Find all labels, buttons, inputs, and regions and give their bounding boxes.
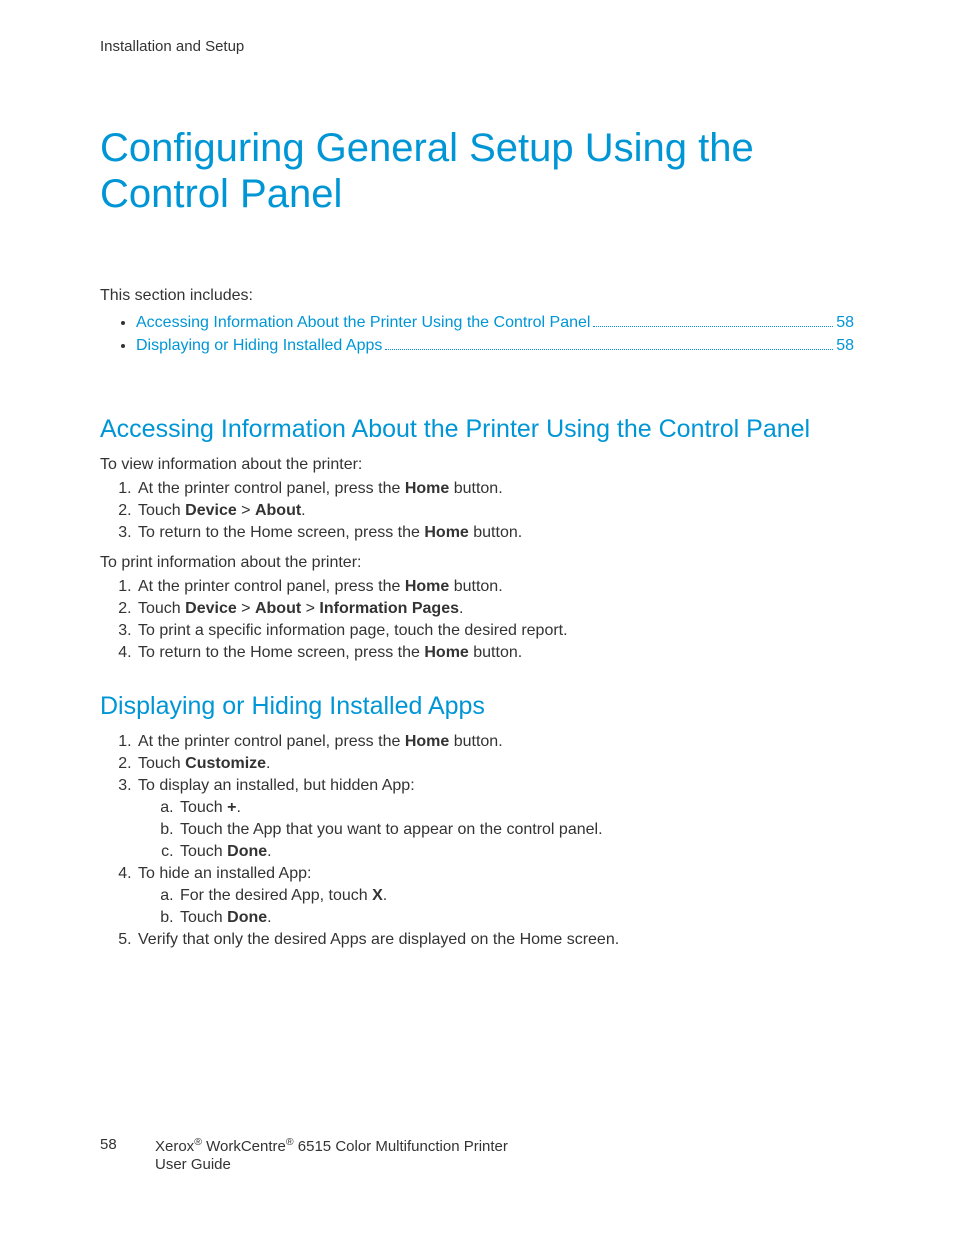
text: To return to the Home screen, press the <box>138 524 424 541</box>
brand-workcentre: WorkCentre <box>206 1138 286 1155</box>
bold-text: Customize <box>185 755 266 772</box>
bold-text: Home <box>405 578 449 595</box>
product-footer-text: Xerox® WorkCentre® 6515 Color Multifunct… <box>155 1136 508 1176</box>
list-item: Touch Customize. <box>136 755 854 773</box>
toc-link-accessing-info[interactable]: Accessing Information About the Printer … <box>136 314 590 332</box>
paragraph: To print information about the printer: <box>100 554 854 572</box>
list-item: Touch Done. <box>178 843 854 861</box>
list-item: Verify that only the desired Apps are di… <box>136 931 854 949</box>
text: button. <box>469 524 522 541</box>
registered-mark-icon: ® <box>286 1136 294 1148</box>
bold-text: Home <box>424 644 468 661</box>
text: button. <box>449 578 502 595</box>
list-item: To print a specific information page, to… <box>136 622 854 640</box>
list-item: Touch +. <box>178 799 854 817</box>
bold-text: Done <box>227 843 267 860</box>
list-item: Touch Device > About > Information Pages… <box>136 600 854 618</box>
bold-text: About <box>255 600 301 617</box>
bold-text: Device <box>185 502 237 519</box>
text: Touch <box>138 502 185 519</box>
list-item: For the desired App, touch X. <box>178 887 854 905</box>
list-item: At the printer control panel, press the … <box>136 578 854 596</box>
text: . <box>236 799 240 816</box>
list-item: Touch Done. <box>178 909 854 927</box>
text: To hide an installed App: <box>138 865 311 882</box>
ordered-sublist: For the desired App, touch X. Touch Done… <box>138 887 854 927</box>
list-item: To hide an installed App: For the desire… <box>136 865 854 927</box>
bold-text: Done <box>227 909 267 926</box>
text: > <box>237 502 255 519</box>
text: At the printer control panel, press the <box>138 733 405 750</box>
text: . <box>267 843 271 860</box>
running-head: Installation and Setup <box>100 38 854 55</box>
bold-text: Device <box>185 600 237 617</box>
bold-text: About <box>255 502 301 519</box>
page-number: 58 <box>100 1136 155 1176</box>
text: . <box>301 502 305 519</box>
text: Touch <box>180 843 227 860</box>
ordered-list: At the printer control panel, press the … <box>100 733 854 949</box>
text: Touch <box>180 799 227 816</box>
section-intro: This section includes: <box>100 287 854 305</box>
paragraph: To view information about the printer: <box>100 456 854 474</box>
text: . <box>383 887 387 904</box>
text: . <box>459 600 463 617</box>
list-item: To display an installed, but hidden App:… <box>136 777 854 861</box>
bold-text: Home <box>424 524 468 541</box>
toc-leader-dots <box>385 336 833 350</box>
list-item: Touch Device > About. <box>136 502 854 520</box>
registered-mark-icon: ® <box>194 1136 202 1148</box>
brand-xerox: Xerox <box>155 1138 194 1155</box>
list-item: Touch the App that you want to appear on… <box>178 821 854 839</box>
text: . <box>266 755 270 772</box>
text: For the desired App, touch <box>180 887 372 904</box>
text: > <box>237 600 255 617</box>
ordered-sublist: Touch +. Touch the App that you want to … <box>138 799 854 861</box>
footer-line2: User Guide <box>155 1156 231 1173</box>
model-text: 6515 Color Multifunction Printer <box>294 1138 508 1155</box>
bold-text: Home <box>405 733 449 750</box>
document-page: Installation and Setup Configuring Gener… <box>0 0 954 1235</box>
page-title: Configuring General Setup Using the Cont… <box>100 125 854 217</box>
heading-accessing-info: Accessing Information About the Printer … <box>100 415 854 444</box>
text: > <box>301 600 319 617</box>
text: At the printer control panel, press the <box>138 578 405 595</box>
text: button. <box>449 480 502 497</box>
bold-text: Information Pages <box>319 600 459 617</box>
list-item: To return to the Home screen, press the … <box>136 524 854 542</box>
text: To display an installed, but hidden App: <box>138 777 415 794</box>
toc-item: Accessing Information About the Printer … <box>136 313 854 332</box>
ordered-list: At the printer control panel, press the … <box>100 480 854 542</box>
text: . <box>267 909 271 926</box>
text: Touch <box>138 755 185 772</box>
text: button. <box>449 733 502 750</box>
toc-page-number[interactable]: 58 <box>836 337 854 355</box>
toc-item: Displaying or Hiding Installed Apps 58 <box>136 336 854 355</box>
text: button. <box>469 644 522 661</box>
bold-text: X <box>372 887 383 904</box>
text: At the printer control panel, press the <box>138 480 405 497</box>
toc-page-number[interactable]: 58 <box>836 314 854 332</box>
toc-list: Accessing Information About the Printer … <box>100 313 854 355</box>
list-item: At the printer control panel, press the … <box>136 733 854 751</box>
text: Touch <box>138 600 185 617</box>
bold-text: Home <box>405 480 449 497</box>
list-item: At the printer control panel, press the … <box>136 480 854 498</box>
text: To return to the Home screen, press the <box>138 644 424 661</box>
toc-link-displaying-apps[interactable]: Displaying or Hiding Installed Apps <box>136 337 382 355</box>
heading-displaying-apps: Displaying or Hiding Installed Apps <box>100 692 854 721</box>
toc-row: Accessing Information About the Printer … <box>136 313 854 332</box>
toc-row: Displaying or Hiding Installed Apps 58 <box>136 336 854 355</box>
page-footer: 58 Xerox® WorkCentre® 6515 Color Multifu… <box>100 1136 854 1176</box>
list-item: To return to the Home screen, press the … <box>136 644 854 662</box>
text: Touch <box>180 909 227 926</box>
toc-leader-dots <box>593 313 833 327</box>
ordered-list: At the printer control panel, press the … <box>100 578 854 662</box>
